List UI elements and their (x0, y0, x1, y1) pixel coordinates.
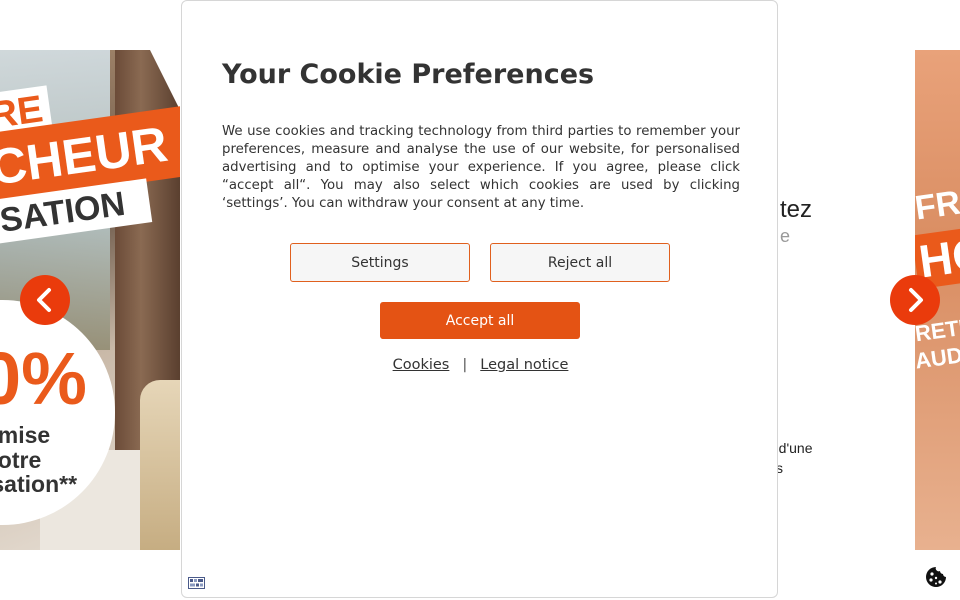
consent-manager-logo-icon (188, 577, 205, 589)
legal-notice-link[interactable]: Legal notice (480, 357, 568, 373)
consent-manager-logo-icon-graphic (188, 577, 205, 589)
cookie-icon (926, 567, 946, 587)
cookie-settings-button[interactable] (922, 563, 950, 591)
cookies-link[interactable]: Cookies (393, 357, 450, 373)
slide-corner-cut (150, 50, 180, 110)
dialog-links: Cookies | Legal notice (182, 357, 779, 373)
accept-all-button[interactable]: Accept all (380, 302, 580, 339)
chevron-left-icon (37, 288, 51, 312)
reject-all-button[interactable]: Reject all (490, 243, 670, 282)
promo-percent: 0% (0, 337, 87, 420)
carousel-next-button[interactable] (890, 275, 940, 325)
promo-line: votre (0, 447, 42, 473)
page-subheading-fragment: e (780, 226, 791, 246)
carousel-prev-button[interactable] (20, 275, 70, 325)
settings-button[interactable]: Settings (290, 243, 470, 282)
page-heading-fragment: tez (780, 196, 813, 223)
promo-line: isation** (0, 471, 78, 497)
dialog-title: Your Cookie Preferences (222, 59, 595, 90)
promo-line: emise (0, 422, 51, 448)
slide-right-text: FRE (915, 180, 960, 228)
slide-person (140, 380, 180, 550)
link-separator: | (462, 357, 468, 373)
dialog-body-text: We use cookies and tracking technology f… (222, 124, 740, 211)
cookie-consent-dialog: Your Cookie Preferences We use cookies a… (181, 0, 778, 598)
chevron-right-icon (909, 288, 923, 312)
